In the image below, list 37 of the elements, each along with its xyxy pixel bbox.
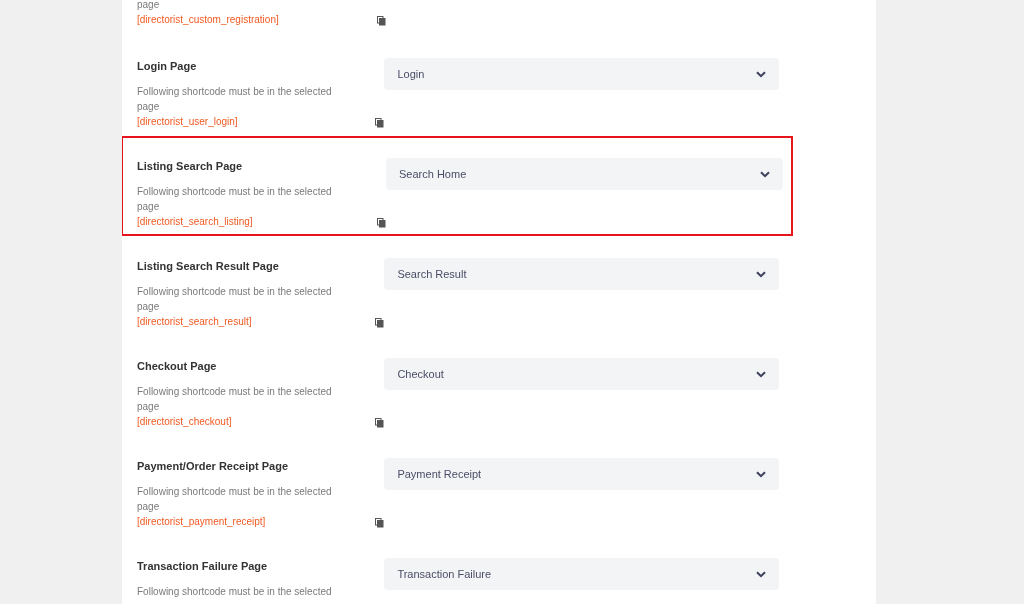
copy-icon[interactable] [375, 318, 385, 328]
setting-title: Listing Search Page [137, 159, 244, 174]
page-select[interactable]: Login [384, 58, 779, 90]
chevron-down-icon [756, 570, 766, 578]
setting-title: Checkout Page [137, 359, 218, 374]
copy-icon[interactable] [377, 218, 386, 228]
shortcode-text: [directorist_search_result] [137, 315, 252, 329]
chevron-down-icon [756, 470, 766, 478]
page-select[interactable]: Checkout [384, 358, 779, 390]
chevron-down-icon [760, 170, 770, 178]
setting-description: Following shortcode must be in the selected page [137, 285, 333, 314]
page-select[interactable]: Payment Receipt [384, 458, 779, 490]
setting-description: Following shortcode must be in the selected page [137, 485, 333, 514]
setting-description: Following shortcode must be in the selected page [137, 85, 333, 114]
page-select[interactable]: Search Home [386, 158, 783, 190]
chevron-down-icon [756, 70, 766, 78]
setting-description: page [137, 0, 161, 12]
copy-icon[interactable] [375, 518, 385, 528]
setting-description: Following shortcode must be in the selected page [137, 185, 333, 214]
shortcode-text: [directorist_payment_receipt] [137, 515, 266, 529]
setting-description: Following shortcode must be in the selected page [137, 385, 333, 414]
shortcode-text: [directorist_custom_registration] [137, 13, 279, 27]
copy-icon[interactable] [377, 16, 386, 26]
setting-title: Transaction Failure Page [137, 559, 269, 574]
shortcode-text: [directorist_checkout] [137, 415, 232, 429]
shortcode-text: [directorist_user_login] [137, 115, 238, 129]
copy-icon[interactable] [375, 418, 385, 428]
setting-title: Payment/Order Receipt Page [137, 459, 289, 474]
copy-icon[interactable] [375, 118, 385, 128]
page-select[interactable]: Search Result [384, 258, 779, 290]
chevron-down-icon [756, 370, 766, 378]
setting-title: Listing Search Result Page [137, 259, 280, 274]
setting-description: Following shortcode must be in the selected [137, 585, 333, 599]
chevron-down-icon [756, 270, 766, 278]
page-select[interactable]: Transaction Failure [384, 558, 779, 590]
setting-title: Login Page [137, 59, 198, 74]
shortcode-text: [directorist_search_listing] [137, 215, 253, 229]
